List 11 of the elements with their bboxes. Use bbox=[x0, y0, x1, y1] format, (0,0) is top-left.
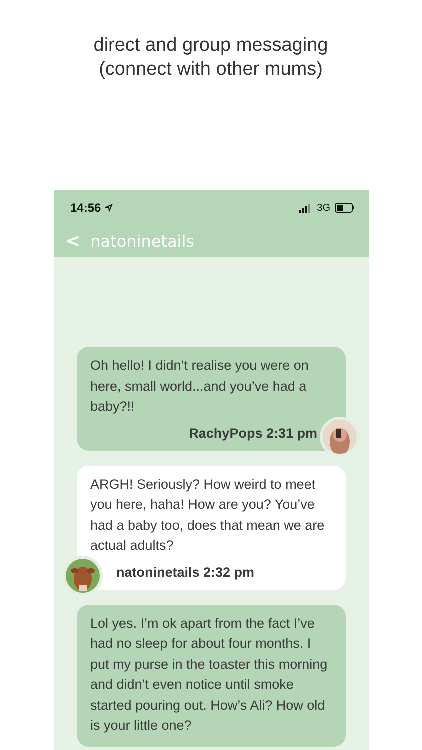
message-meta: natoninetails 2:32 pm bbox=[116, 564, 255, 580]
chat-title: natoninetails bbox=[90, 232, 194, 250]
caption-text: direct and group messaging bbox=[94, 34, 328, 58]
back-button[interactable]: < bbox=[66, 230, 81, 252]
message-text: Oh hello! I didn’t realise you were on here, small world...and you’ve had a baby?!! bbox=[90, 357, 310, 416]
status-time: 14:56 bbox=[70, 201, 102, 215]
message-text: ARGH! Seriously? How weird to meet you here, haha! How are you? You’ve had a baby too, does that mean we are actual adults? bbox=[90, 476, 326, 555]
caption-text: (connect with other mums) bbox=[99, 58, 323, 82]
message-meta: RachyPops 2:31 pm bbox=[189, 426, 318, 440]
message-text: Lol yes. I’m ok apart from the fact I’ve had no sleep for about four months. I put my purse in the toaster this morning and didn’t even notice until smoke started pouring out. How’s Ali? How old is your little one? bbox=[90, 614, 329, 735]
network-label: 3G bbox=[317, 202, 330, 214]
